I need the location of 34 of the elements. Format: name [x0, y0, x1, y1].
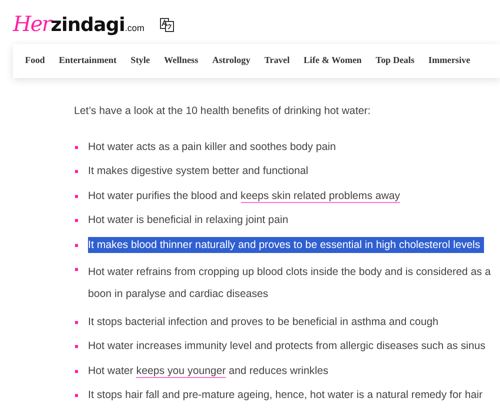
- nav-link[interactable]: Life & Women: [304, 54, 362, 68]
- nav-link[interactable]: Travel: [264, 54, 290, 68]
- bullet-icon: [75, 194, 78, 198]
- list-item-text: It stops hair fall and pre-mature ageing, hence, hot water is a natural remedy for hair: [88, 388, 484, 404]
- nav-link[interactable]: Immersive: [428, 54, 470, 68]
- nav-link[interactable]: Astrology: [212, 54, 250, 68]
- article-link[interactable]: keeps skin related problems away: [240, 190, 400, 203]
- list-item-text: Hot water increases immunity level and protects from allergic diseases such as sinus: [88, 339, 486, 354]
- list-item-text: Hot water keeps you younger and reduces wrinkles: [88, 364, 330, 379]
- translate-icon[interactable]: [160, 18, 174, 32]
- list-item-text: It makes digestive system better and functional: [88, 164, 310, 180]
- bullet-icon: [75, 320, 78, 324]
- intro-text: Let’s have a look at the 10 health benefits of drinking hot water:: [74, 104, 372, 119]
- nav-link[interactable]: Entertainment: [58, 54, 117, 68]
- bullet-icon: [75, 219, 78, 222]
- nav-link[interactable]: Style: [130, 54, 150, 68]
- list-item-text: Hot water refrains from cropping up blood clots inside the body and is considered as a boon in paralyse and cardiac diseases: [88, 265, 492, 302]
- bullet-icon: [75, 268, 78, 272]
- bullet-icon: [75, 170, 78, 174]
- bullet-icon: [75, 345, 78, 348]
- site-logo[interactable]: Herzindagi.com: [13, 9, 144, 41]
- list-item-text: Hot water purifies the blood and keeps skin related problems away: [88, 188, 402, 204]
- bullet-icon: [75, 394, 78, 398]
- bullet-icon: [75, 146, 78, 149]
- list-item-text: Hot water is beneficial in relaxing joint pain: [88, 213, 290, 228]
- list-item-text: It stops bacterial infection and proves to be beneficial in asthma and cough: [88, 314, 440, 330]
- bullet-icon: [75, 244, 78, 247]
- article-link[interactable]: keeps you younger: [136, 364, 226, 378]
- nav-link[interactable]: Food: [25, 54, 45, 68]
- list-item-text: It makes blood thinner naturally and proves to be essential in high cholesterol levels: [88, 236, 484, 253]
- bullet-icon: [75, 370, 78, 373]
- nav-link[interactable]: Top Deals: [376, 54, 414, 68]
- list-item-text: Hot water acts as a pain killer and soothes body pain: [88, 140, 337, 155]
- nav-link[interactable]: Wellness: [164, 54, 198, 68]
